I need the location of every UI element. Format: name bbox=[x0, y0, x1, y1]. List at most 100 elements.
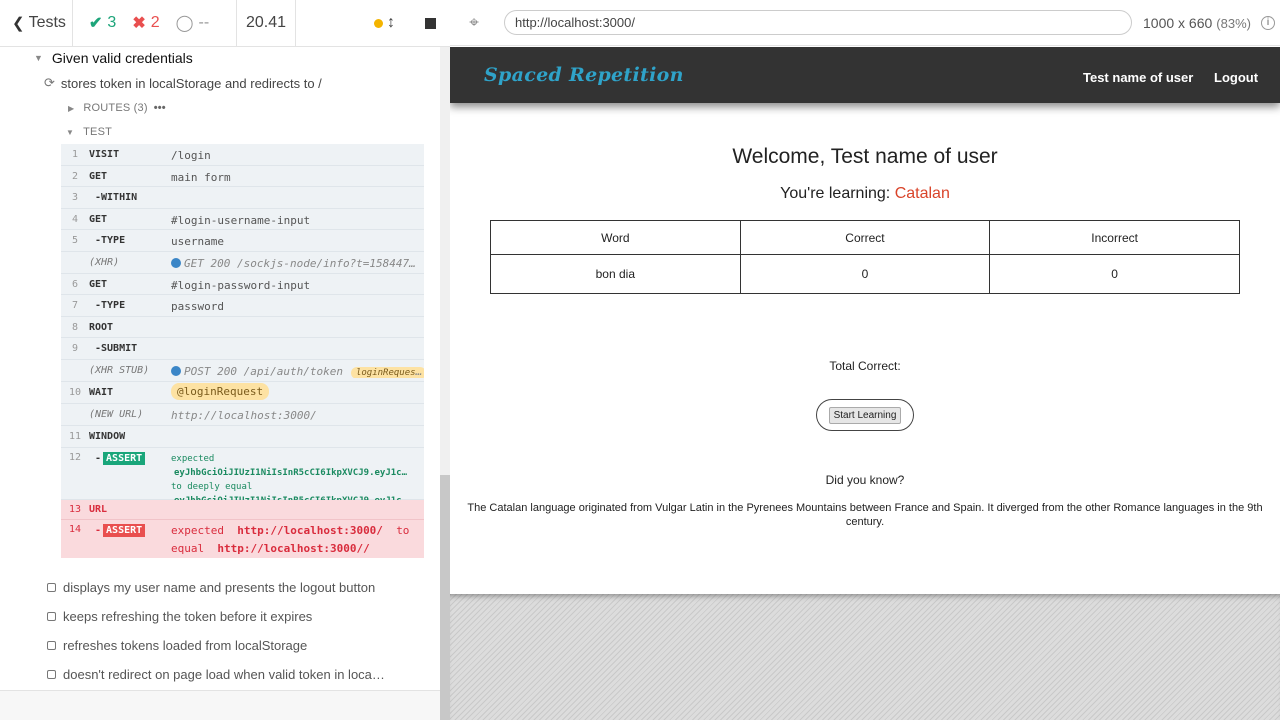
command-row[interactable]: 11 WINDOW bbox=[61, 426, 424, 448]
pending-count: -- bbox=[198, 14, 210, 31]
command-number: 3 bbox=[71, 192, 79, 203]
xhr-status-icon bbox=[171, 258, 181, 268]
cypress-runner-panel: ❮ Tests ✔ 3 ✖ 2 ◯ -- 20.41 ↕ ▼ Given valid … bbox=[0, 0, 450, 720]
cross-icon: ✖ bbox=[132, 15, 146, 32]
circle-icon: ◯ bbox=[175, 15, 194, 32]
suite-title[interactable]: ▼ Given valid credentials bbox=[34, 49, 193, 67]
viewport-dimensions: 1000 x 660 bbox=[1143, 14, 1213, 31]
command-row[interactable]: 2 GET main form bbox=[61, 166, 424, 187]
passed-count: 3 bbox=[107, 14, 117, 31]
passed-stat: ✔ 3 bbox=[89, 13, 116, 33]
caret-down-icon: ▼ bbox=[66, 127, 75, 137]
failed-stat: ✖ 2 bbox=[132, 13, 159, 33]
command-row[interactable]: 7 -TYPE password bbox=[61, 295, 424, 317]
running-indicator-icon bbox=[374, 18, 383, 28]
total-correct: Total Correct: bbox=[829, 359, 901, 373]
assert-word: expected bbox=[171, 524, 224, 537]
test-item[interactable]: doesn't redirect on page load when valid… bbox=[47, 667, 385, 682]
command-row[interactable]: 1 VISIT /login bbox=[61, 144, 424, 166]
viewport-scale: (83%) bbox=[1216, 15, 1251, 31]
command-name: ROOT bbox=[89, 322, 114, 333]
command-number: 6 bbox=[71, 279, 79, 290]
logout-link[interactable]: Logout bbox=[1214, 70, 1258, 85]
xhr-stub-row[interactable]: (XHR STUB) POST 200 /api/auth/token login… bbox=[61, 360, 424, 382]
info-icon[interactable]: i bbox=[1260, 15, 1275, 30]
tests-button[interactable]: ❮ Tests bbox=[0, 0, 73, 46]
xhr-request-text: POST 200 /api/auth/token bbox=[184, 365, 343, 378]
pending-stat: ◯ -- bbox=[176, 13, 210, 33]
assert-line: expected bbox=[171, 454, 215, 464]
aut-header: ⌖ http://localhost:3000/ 1000 x 660 (83%)… bbox=[450, 0, 1280, 46]
command-row[interactable]: 3 -WITHIN bbox=[61, 187, 424, 209]
url-field[interactable]: http://localhost:3000/ bbox=[504, 10, 1132, 35]
running-test-title[interactable]: ⟳ stores token in localStorage and redir… bbox=[44, 75, 322, 91]
xhr-event-row[interactable]: (XHR) GET 200 /sockjs-node/info?t=158447… bbox=[61, 252, 424, 274]
table-header-row: Word Correct Incorrect bbox=[490, 220, 1240, 255]
start-learning-link[interactable]: Start Learning bbox=[816, 399, 914, 431]
tests-label: Tests bbox=[28, 14, 66, 31]
assert-message: expected http://localhost:3000/ to equal… bbox=[171, 522, 424, 558]
assert-badge: ASSERT bbox=[103, 452, 146, 465]
welcome-heading: Welcome, Test name of user bbox=[732, 145, 998, 168]
runner-header: ❮ Tests ✔ 3 ✖ 2 ◯ -- 20.41 ↕ bbox=[0, 0, 450, 47]
assert-fail-row[interactable]: 14 - ASSERT expected http://localhost:300… bbox=[61, 520, 424, 558]
routes-hook[interactable]: ▶ ROUTES (3) ••• bbox=[68, 102, 166, 114]
app-iframe: Spaced Repetition Test name of user Logo… bbox=[450, 47, 1280, 594]
correct-count-cell: 0 bbox=[739, 254, 991, 294]
test-item[interactable]: refreshes tokens loaded from localStorag… bbox=[47, 638, 307, 653]
new-url-event-row[interactable]: (NEW URL) http://localhost:3000/ bbox=[61, 404, 424, 426]
reporter-scrollbar[interactable] bbox=[440, 47, 450, 720]
failed-count: 2 bbox=[150, 14, 160, 31]
command-list: 1 VISIT /login 2 GET main form 3 -WITHIN… bbox=[61, 144, 424, 558]
routes-label: ROUTES (3) bbox=[83, 102, 148, 114]
start-learning-button[interactable]: Start Learning bbox=[828, 406, 902, 424]
test-label: keeps refreshing the token before it exp… bbox=[63, 609, 313, 624]
command-message: #login-username-input bbox=[171, 214, 311, 227]
command-row[interactable]: 5 -TYPE username bbox=[61, 230, 424, 252]
assert-pass-row[interactable]: 12 - ASSERT expected eyJhbGciOiJIUzI1NiIs… bbox=[61, 448, 424, 506]
chevron-left-icon: ❮ bbox=[12, 15, 25, 32]
words-table: Word Correct Incorrect bon dia 0 0 bbox=[490, 220, 1240, 294]
assert-line: to deeply equal bbox=[171, 482, 253, 492]
column-header-correct: Correct bbox=[739, 220, 991, 255]
command-message: #login-password-input bbox=[171, 279, 311, 292]
app-logo[interactable]: Spaced Repetition bbox=[484, 64, 684, 86]
command-name: - ASSERT bbox=[89, 452, 171, 465]
command-row-failed[interactable]: 13 URL bbox=[61, 500, 424, 520]
command-number: 5 bbox=[71, 235, 79, 246]
command-name: (XHR) bbox=[89, 257, 120, 268]
learning-heading: You're learning: Catalan bbox=[450, 185, 1280, 203]
alias-badge: @loginRequest bbox=[171, 383, 270, 400]
caret-right-icon: ▶ bbox=[68, 103, 75, 113]
command-row[interactable]: 4 GET #login-username-input bbox=[61, 209, 424, 230]
test-label: refreshes tokens loaded from localStorag… bbox=[63, 638, 308, 653]
command-row[interactable]: 6 GET #login-password-input bbox=[61, 274, 424, 295]
command-number: 1 bbox=[71, 149, 79, 160]
command-number: 12 bbox=[68, 452, 82, 463]
command-message: POST 200 /api/auth/token loginRequest bbox=[171, 365, 424, 378]
command-number: 10 bbox=[68, 387, 82, 398]
xhr-status-icon bbox=[171, 366, 181, 376]
command-name: GET bbox=[89, 214, 108, 225]
autoscroll-toggle-icon[interactable]: ↕ bbox=[387, 14, 395, 32]
test-item[interactable]: keeps refreshing the token before it exp… bbox=[47, 609, 312, 624]
command-row[interactable]: 10 WAIT @loginRequest bbox=[61, 382, 424, 404]
selector-playground-icon[interactable]: ⌖ bbox=[465, 13, 483, 32]
command-name: WINDOW bbox=[89, 431, 126, 442]
command-row[interactable]: 8 ROOT bbox=[61, 317, 424, 338]
language-fact: The Catalan language originated from Vul… bbox=[467, 502, 1263, 528]
test-hook[interactable]: ▼ TEST bbox=[66, 126, 112, 138]
test-item[interactable]: displays my user name and presents the l… bbox=[47, 580, 375, 595]
command-row[interactable]: 9 -SUBMIT bbox=[61, 338, 424, 360]
command-number: 14 bbox=[68, 524, 82, 535]
command-number: 7 bbox=[71, 300, 79, 311]
app-header: Spaced Repetition Test name of user Logo… bbox=[450, 47, 1280, 103]
did-you-know-heading: Did you know? bbox=[825, 473, 905, 487]
command-name: -WITHIN bbox=[95, 192, 138, 203]
scrollbar-thumb[interactable] bbox=[440, 475, 450, 720]
command-number: 8 bbox=[71, 322, 79, 333]
runner-controls: ↕ bbox=[296, 0, 450, 46]
checkbox-icon bbox=[47, 612, 56, 621]
stop-icon[interactable] bbox=[425, 17, 436, 29]
command-number: 11 bbox=[68, 431, 82, 442]
